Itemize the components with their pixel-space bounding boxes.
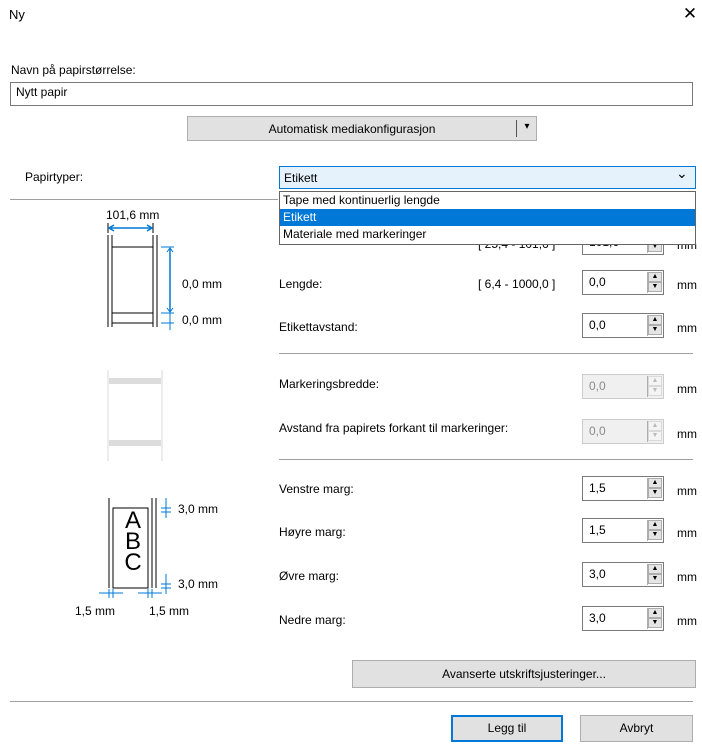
chevron-down-icon[interactable]: ⌄ xyxy=(676,165,688,182)
length-unit: mm xyxy=(677,278,697,292)
mark-distance-label: Avstand fra papirets forkant til markeri… xyxy=(279,421,509,435)
bottom-margin-unit: mm xyxy=(677,614,697,628)
spin-up-icon[interactable]: ▲ xyxy=(648,608,662,618)
window-title: Ny xyxy=(9,7,25,22)
spin-down-icon[interactable]: ▼ xyxy=(648,386,662,396)
label-gap-stepper[interactable]: 0,0 ▲ ▼ xyxy=(582,313,664,338)
spin-up-icon[interactable]: ▲ xyxy=(648,564,662,574)
dropdown-option-selected[interactable]: Etikett xyxy=(280,209,695,226)
dropdown-arrow-icon[interactable]: ▾ xyxy=(519,121,535,132)
left-margin-stepper[interactable]: 1,5 ▲ ▼ xyxy=(582,476,664,501)
gap-dimension-label: 0,0 mm xyxy=(182,313,223,327)
spin-up-icon[interactable]: ▲ xyxy=(648,421,662,431)
abc-letters: A B C xyxy=(118,509,148,576)
mark-distance-value: 0,0 xyxy=(589,424,606,438)
right-margin-dimension-label: 1,5 mm xyxy=(149,604,190,618)
spin-up-icon[interactable]: ▲ xyxy=(648,272,662,282)
top-margin-value: 3,0 xyxy=(589,567,606,581)
bottom-margin-dimension-label: 3,0 mm xyxy=(178,577,219,591)
spin-up-icon[interactable]: ▲ xyxy=(648,376,662,386)
mark-distance-unit: mm xyxy=(677,427,697,441)
top-margin-dimension-label: 3,0 mm xyxy=(178,502,219,516)
length-value: 0,0 xyxy=(589,275,606,289)
dropdown-option[interactable]: Materiale med markeringer xyxy=(280,226,695,243)
marking-diagram xyxy=(107,370,163,461)
separator xyxy=(10,199,278,200)
cancel-button[interactable]: Avbryt xyxy=(580,715,693,742)
top-margin-unit: mm xyxy=(677,570,697,584)
close-icon[interactable]: ✕ xyxy=(680,3,700,25)
spin-down-icon[interactable]: ▼ xyxy=(648,325,662,335)
title-bar: Ny ✕ xyxy=(0,0,702,30)
mark-width-stepper[interactable]: 0,0 ▲ ▼ xyxy=(582,374,664,399)
spin-down-icon[interactable]: ▼ xyxy=(648,574,662,584)
length-stepper[interactable]: 0,0 ▲ ▼ xyxy=(582,270,664,295)
label-gap-value: 0,0 xyxy=(589,318,606,332)
right-margin-stepper[interactable]: 1,5 ▲ ▼ xyxy=(582,518,664,543)
paper-types-dropdown[interactable]: Tape med kontinuerlig lengde Etikett Mat… xyxy=(279,191,696,245)
dropdown-option[interactable]: Tape med kontinuerlig lengde xyxy=(280,192,695,209)
width-dimension-label: 101,6 mm xyxy=(106,208,160,222)
auto-media-config-label: Automatisk mediakonfigurasjon xyxy=(268,122,436,136)
auto-media-config-button[interactable]: Automatisk mediakonfigurasjon ▾ xyxy=(187,116,537,141)
spin-up-icon[interactable]: ▲ xyxy=(648,478,662,488)
bottom-margin-value: 3,0 xyxy=(589,611,606,625)
right-margin-value: 1,5 xyxy=(589,523,606,537)
label-gap-unit: mm xyxy=(677,321,697,335)
paper-types-selected: Etikett xyxy=(284,171,318,185)
length-label: Lengde: xyxy=(279,277,323,291)
spin-down-icon[interactable]: ▼ xyxy=(648,431,662,441)
spin-down-icon[interactable]: ▼ xyxy=(648,530,662,540)
separator xyxy=(279,459,693,460)
separator xyxy=(279,353,693,354)
spin-up-icon[interactable]: ▲ xyxy=(648,315,662,325)
left-margin-dimension-label: 1,5 mm xyxy=(75,604,116,618)
left-margin-value: 1,5 xyxy=(589,481,606,495)
top-margin-stepper[interactable]: 3,0 ▲ ▼ xyxy=(582,562,664,587)
mark-width-unit: mm xyxy=(677,382,697,396)
spin-down-icon[interactable]: ▼ xyxy=(648,488,662,498)
length-range: [ 6,4 - 1000,0 ] xyxy=(478,277,556,291)
spin-up-icon[interactable]: ▲ xyxy=(648,520,662,530)
spin-down-icon[interactable]: ▼ xyxy=(648,618,662,628)
mark-width-value: 0,0 xyxy=(589,379,606,393)
letter-c: C xyxy=(124,549,142,576)
mark-distance-stepper[interactable]: 0,0 ▲ ▼ xyxy=(582,419,664,444)
split-divider xyxy=(516,120,517,137)
separator xyxy=(10,701,693,702)
bottom-margin-stepper[interactable]: 3,0 ▲ ▼ xyxy=(582,606,664,631)
advanced-print-adjustments-button[interactable]: Avanserte utskriftsjusteringer... xyxy=(352,660,696,688)
height-dimension-label: 0,0 mm xyxy=(182,277,223,291)
paper-types-label: Papirtyper: xyxy=(25,170,84,184)
paper-types-combobox[interactable]: Etikett ⌄ xyxy=(279,165,696,189)
paper-name-label: Navn på papirstørrelse: xyxy=(11,63,136,77)
top-margin-label: Øvre marg: xyxy=(279,569,340,583)
bottom-margin-label: Nedre marg: xyxy=(279,613,346,627)
mark-width-label: Markeringsbredde: xyxy=(279,377,380,391)
left-margin-unit: mm xyxy=(677,484,697,498)
left-margin-label: Venstre marg: xyxy=(279,482,354,496)
add-button[interactable]: Legg til xyxy=(451,715,563,742)
spin-down-icon[interactable]: ▼ xyxy=(648,282,662,292)
right-margin-unit: mm xyxy=(677,526,697,540)
right-margin-label: Høyre marg: xyxy=(279,525,346,539)
label-gap-label: Etikettavstand: xyxy=(279,320,358,334)
paper-name-input[interactable]: Nytt papir xyxy=(10,82,693,106)
